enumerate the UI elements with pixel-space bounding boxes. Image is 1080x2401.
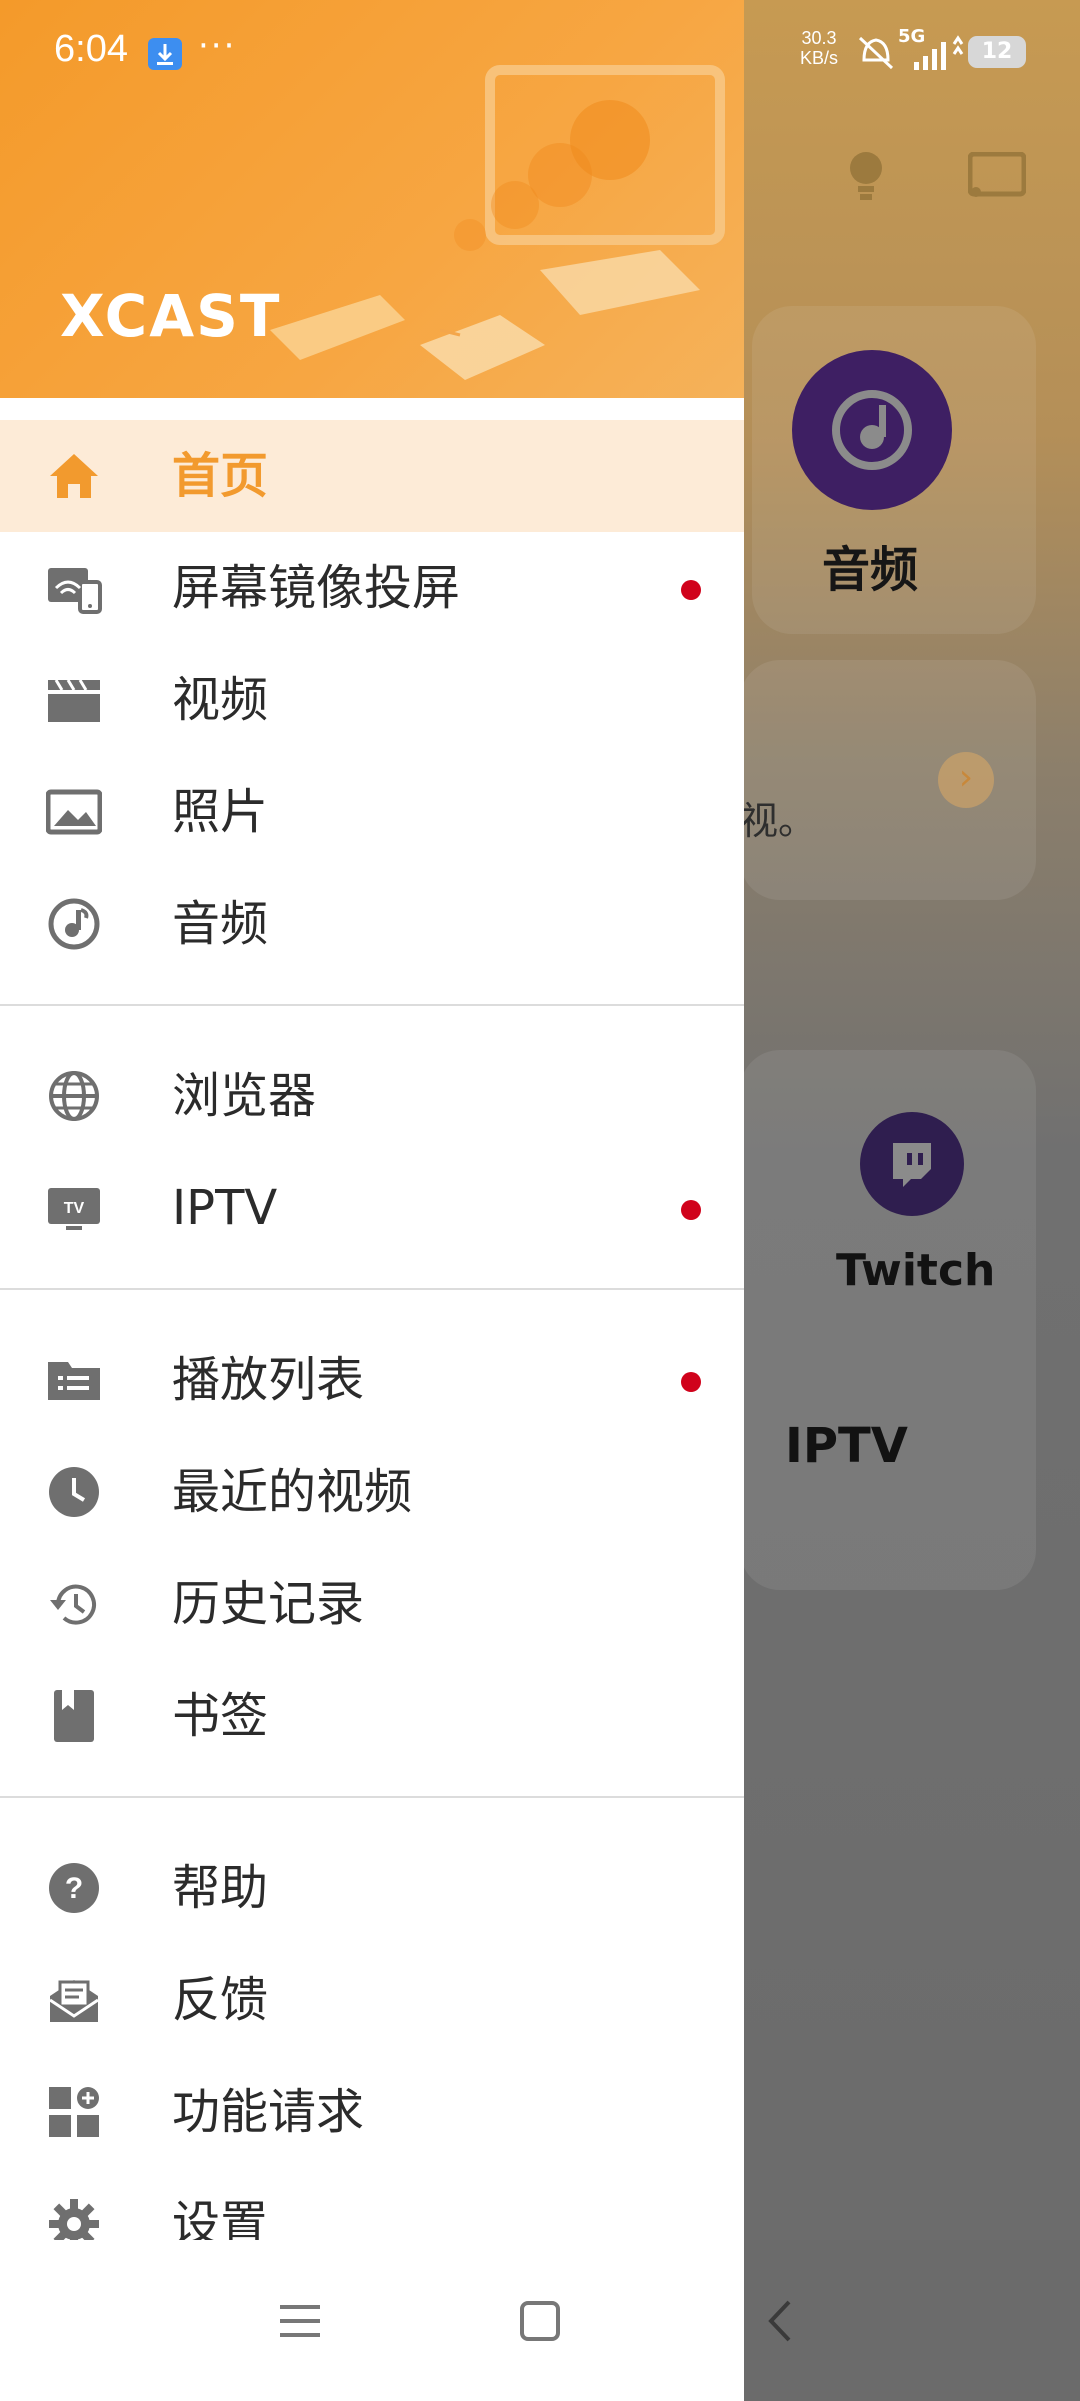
menu-item-label: 书签 <box>172 1688 269 1744</box>
new-badge-dot <box>681 580 701 600</box>
menu-item-label: 首页 <box>172 448 269 504</box>
battery-indicator: 12 <box>968 36 1026 68</box>
status-bar: 6:04 ··· 30.3 KB/s 5G 12 <box>0 0 1080 104</box>
menu-item-label: IPTV <box>172 1180 278 1236</box>
back-button[interactable] <box>700 2240 860 2401</box>
tv-icon: TV <box>46 1180 102 1236</box>
lightbulb-icon <box>842 148 890 204</box>
menu-item-label: 反馈 <box>172 1972 269 2028</box>
history-icon <box>46 1576 102 1632</box>
audio-circle-icon <box>792 350 952 510</box>
menu-item-label: 音频 <box>172 896 269 952</box>
svg-text:TV: TV <box>64 1200 85 1217</box>
more-notifications-icon: ··· <box>198 26 237 66</box>
menu-divider <box>0 1796 744 1798</box>
navigation-drawer: XCAST 首页屏幕镜像投屏 视频照片音频浏览器 TV IPTV 播放列表最近的视频历史… <box>0 0 744 2401</box>
menu-item-help[interactable]: ? 帮助 <box>0 1832 744 1944</box>
audio-icon <box>46 896 102 952</box>
square-home-icon <box>520 2300 560 2341</box>
menu-divider <box>0 1004 744 1006</box>
bg-iptv-label: IPTV <box>785 1418 908 1474</box>
menu-item-label: 照片 <box>172 784 269 840</box>
menu-lines-icon <box>280 2304 320 2337</box>
menu-item-label: 功能请求 <box>172 2084 365 2140</box>
network-speed-value: 30.3 <box>801 28 837 48</box>
menu-item-label: 帮助 <box>172 1860 269 1916</box>
bg-snippet-text: 视。 <box>740 799 817 843</box>
screen-mirror-icon <box>46 560 102 616</box>
playlist-folder-icon <box>46 1352 102 1408</box>
chevron-right-icon: › <box>938 752 994 808</box>
menu-item-feature-request[interactable]: 功能请求 <box>0 2056 744 2168</box>
clock-icon <box>46 1464 102 1520</box>
menu-item-globe[interactable]: 浏览器 <box>0 1040 744 1152</box>
menu-item-home[interactable]: 首页 <box>0 420 744 532</box>
photo-icon <box>46 784 102 840</box>
menu-item-screen-mirror[interactable]: 屏幕镜像投屏 <box>0 532 744 644</box>
home-icon <box>46 448 102 504</box>
new-badge-dot <box>681 1372 701 1392</box>
menu-item-label: 屏幕镜像投屏 <box>172 560 461 616</box>
menu-item-label: 视频 <box>172 672 269 728</box>
menu-item-photo[interactable]: 照片 <box>0 756 744 868</box>
back-chevron-icon <box>768 2300 791 2341</box>
menu-item-video-clapper[interactable]: 视频 <box>0 644 744 756</box>
menu-item-bookmark[interactable]: 书签 <box>0 1660 744 1772</box>
system-nav-bar <box>0 2240 1080 2401</box>
menu-item-playlist-folder[interactable]: 播放列表 <box>0 1324 744 1436</box>
menu-item-tv[interactable]: TV IPTV <box>0 1152 744 1264</box>
menu-item-label: 最近的视频 <box>172 1464 413 1520</box>
twitch-icon <box>860 1112 964 1216</box>
status-time: 6:04 <box>54 28 128 70</box>
menu-item-clock[interactable]: 最近的视频 <box>0 1436 744 1548</box>
menu-item-audio[interactable]: 音频 <box>0 868 744 980</box>
drawer-menu: 首页 屏幕镜像投屏 视频 照片 音频 浏览器 TV IPTV 播放列表 最近的视频 历史记录 书签? 帮… <box>0 420 744 2280</box>
feature-request-icon <box>46 2084 102 2140</box>
new-badge-dot <box>681 1200 701 1220</box>
network-speed: 30.3 KB/s <box>800 28 838 68</box>
menu-item-feedback-mail[interactable]: 反馈 <box>0 1944 744 2056</box>
bg-audio-label: 音频 <box>821 542 918 598</box>
xcast-logo: XCAST <box>60 282 282 350</box>
network-speed-unit: KB/s <box>800 48 839 68</box>
download-icon <box>148 38 182 70</box>
menu-item-history[interactable]: 历史记录 <box>0 1548 744 1660</box>
globe-icon <box>46 1068 102 1124</box>
menu-item-label: 浏览器 <box>172 1068 317 1124</box>
svg-text:?: ? <box>65 1872 83 1905</box>
bookmark-icon <box>46 1688 102 1744</box>
video-clapper-icon <box>46 672 102 728</box>
menu-item-label: 历史记录 <box>172 1576 365 1632</box>
help-icon: ? <box>46 1860 102 1916</box>
home-button[interactable] <box>460 2240 620 2401</box>
menu-divider <box>0 1288 744 1290</box>
feedback-mail-icon <box>46 1972 102 2028</box>
menu-item-label: 播放列表 <box>172 1352 365 1408</box>
bg-twitch-label: Twitch <box>836 1245 996 1296</box>
network-type: 5G <box>898 26 926 47</box>
cast-icon <box>967 151 1027 200</box>
recents-button[interactable] <box>220 2240 380 2401</box>
